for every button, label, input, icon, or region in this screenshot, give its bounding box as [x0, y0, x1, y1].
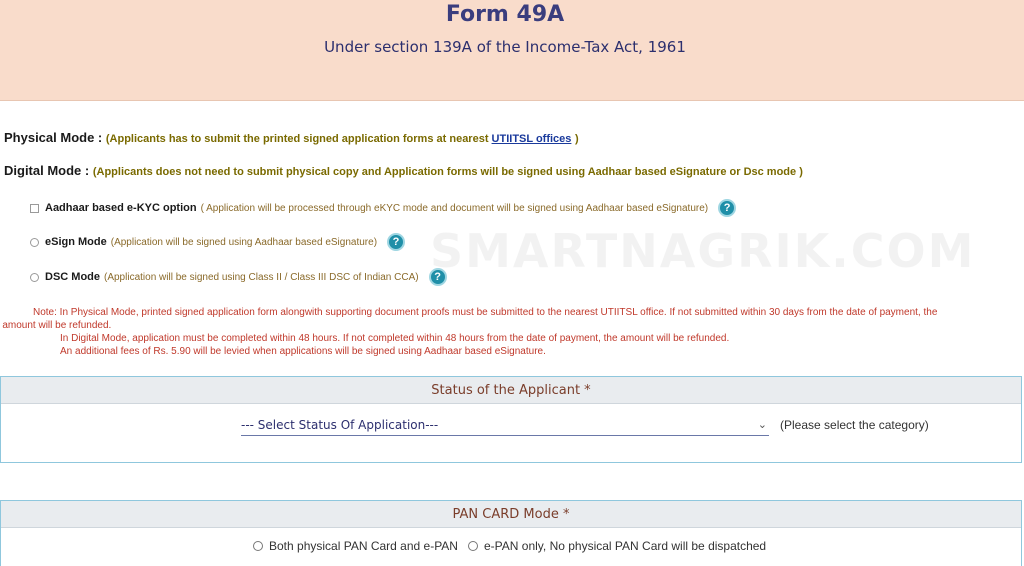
- pan-mode-panel: PAN CARD Mode * Both physical PAN Card a…: [0, 500, 1022, 566]
- form-header: Form 49A Under section 139A of the Incom…: [0, 0, 1024, 101]
- digital-mode-label: Digital Mode :: [4, 163, 93, 178]
- status-panel-title: Status of the Applicant *: [1, 377, 1021, 404]
- pan-epan-radio[interactable]: [467, 541, 478, 551]
- ekyc-desc: ( Application will be processed through …: [200, 202, 709, 214]
- pan-mode-options: Both physical PAN Card and e-PAN e-PAN o…: [253, 539, 766, 553]
- status-select-value: --- Select Status Of Application---: [241, 418, 439, 432]
- note-physical: Note: In Physical Mode, printed signed a…: [33, 307, 938, 318]
- watermark: SMARTNAGRIK.COM: [430, 224, 976, 278]
- option-dsc[interactable]: DSC Mode (Application will be signed usi…: [30, 268, 447, 286]
- digital-mode-line: Digital Mode : (Applicants does not need…: [4, 163, 803, 178]
- ekyc-checkbox[interactable]: [30, 203, 39, 213]
- note-fees: An additional fees of Rs. 5.90 will be l…: [60, 346, 546, 357]
- esign-desc: (Application will be signed using Aadhaa…: [110, 236, 378, 248]
- dsc-desc: (Application will be signed using Class …: [104, 271, 419, 283]
- status-panel: Status of the Applicant * --- Select Sta…: [0, 376, 1022, 463]
- note-digital: In Digital Mode, application must be com…: [60, 333, 730, 344]
- page-subtitle: Under section 139A of the Income-Tax Act…: [324, 38, 686, 56]
- dsc-radio[interactable]: [30, 272, 39, 282]
- esign-radio[interactable]: [30, 237, 39, 247]
- note-physical-cont: e amount will be refunded.: [0, 320, 112, 331]
- option-esign[interactable]: eSign Mode (Application will be signed u…: [30, 233, 406, 251]
- help-icon[interactable]: ?: [718, 199, 737, 217]
- help-icon[interactable]: ?: [387, 233, 406, 251]
- pan-mode-title: PAN CARD Mode *: [1, 501, 1021, 528]
- physical-mode-label: Physical Mode :: [4, 130, 106, 145]
- digital-mode-desc: (Applicants does not need to submit phys…: [92, 166, 803, 178]
- option-ekyc[interactable]: Aadhaar based e-KYC option ( Application…: [30, 199, 737, 217]
- esign-label: eSign Mode: [45, 236, 107, 248]
- physical-mode-desc-end: ): [575, 133, 579, 145]
- pan-both-label: Both physical PAN Card and e-PAN: [269, 539, 458, 553]
- physical-mode-desc: (Applicants has to submit the printed si…: [105, 133, 492, 145]
- pan-epan-label: e-PAN only, No physical PAN Card will be…: [483, 539, 767, 553]
- utiitsl-offices-link[interactable]: UTIITSL offices: [492, 133, 572, 145]
- status-hint: (Please select the category): [780, 418, 929, 432]
- page-title: Form 49A: [445, 2, 565, 27]
- pan-both-radio[interactable]: [253, 541, 263, 551]
- ekyc-label: Aadhaar based e-KYC option: [45, 202, 197, 214]
- dsc-label: DSC Mode: [45, 271, 100, 283]
- chevron-down-icon: ⌄: [757, 418, 767, 431]
- physical-mode-line: Physical Mode : (Applicants has to submi…: [4, 130, 579, 145]
- status-select[interactable]: --- Select Status Of Application--- ⌄: [241, 416, 769, 436]
- help-icon[interactable]: ?: [428, 268, 447, 286]
